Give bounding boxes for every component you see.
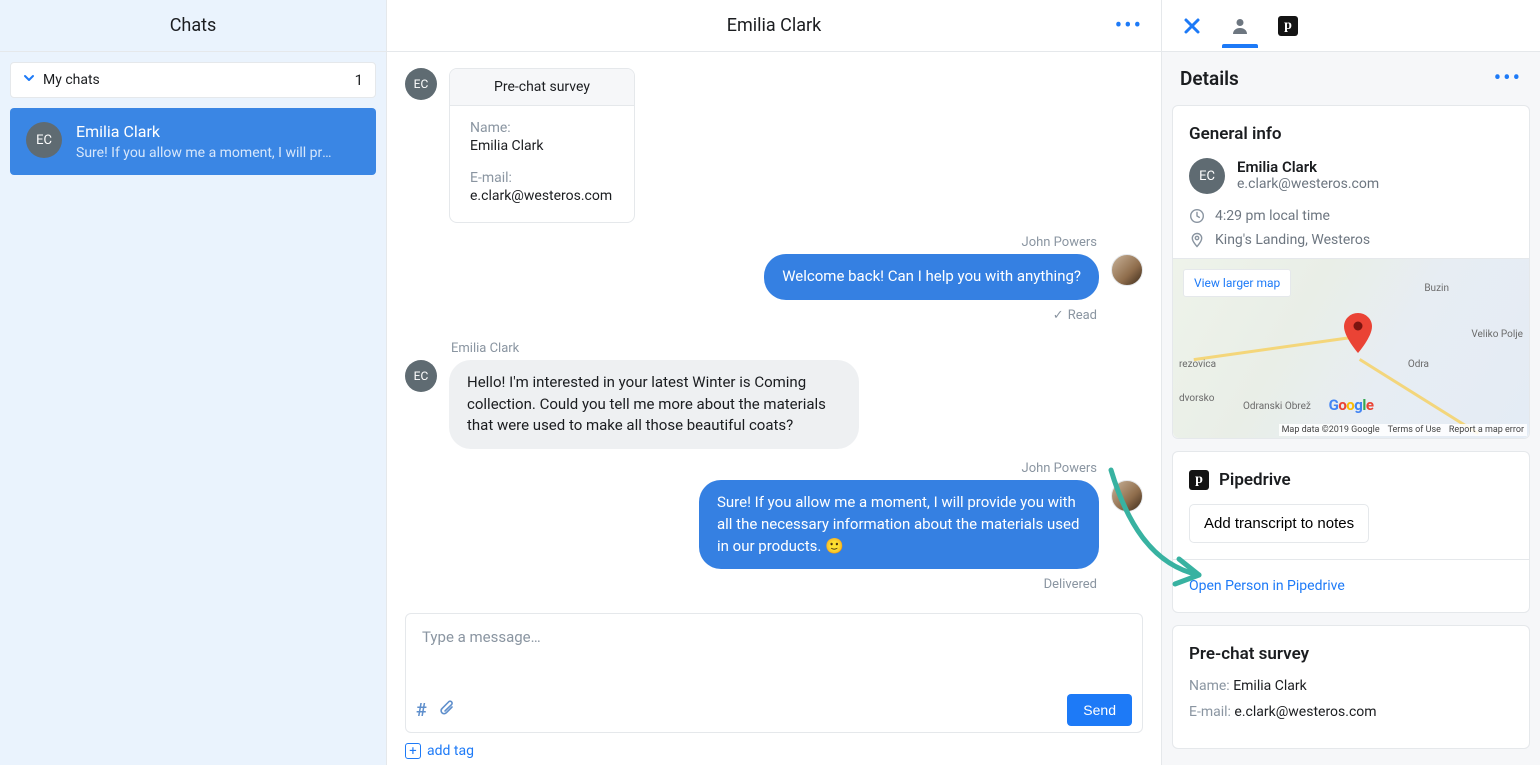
send-button[interactable]: Send xyxy=(1067,694,1132,726)
general-info-heading: General info xyxy=(1189,124,1513,144)
conversation-menu-icon[interactable]: ••• xyxy=(1115,13,1143,38)
map-city-label: Odranski Obrež xyxy=(1243,401,1311,412)
chevron-down-icon xyxy=(23,72,35,88)
message-sender-label: John Powers xyxy=(405,461,1143,480)
local-time-row: 4:29 pm local time xyxy=(1189,208,1513,224)
chats-filter[interactable]: My chats 1 xyxy=(10,62,376,98)
message-composer: # Send xyxy=(405,613,1143,733)
conversation-header: Emilia Clark ••• xyxy=(387,0,1161,52)
message-bubble: Welcome back! Can I help you with anythi… xyxy=(764,254,1099,300)
local-time-value: 4:29 pm local time xyxy=(1215,208,1330,224)
map-attribution: Map data ©2019 Google Terms of Use Repor… xyxy=(1279,424,1527,436)
open-in-pipedrive-link[interactable]: Open Person in Pipedrive xyxy=(1189,578,1345,594)
map-city-label: rezovica xyxy=(1179,359,1216,370)
pipedrive-icon: p xyxy=(1278,16,1298,36)
contact-email: e.clark@westeros.com xyxy=(1237,176,1379,192)
clock-icon xyxy=(1189,208,1205,224)
conversation-panel: Emilia Clark ••• EC Pre-chat survey Name… xyxy=(387,0,1162,765)
chats-filter-label: My chats xyxy=(43,72,347,88)
map-city-label: Veliko Polje xyxy=(1471,329,1523,340)
prechat-survey-details-card: Pre-chat survey Name: Emilia Clark E-mai… xyxy=(1172,625,1530,749)
details-panel: p Details ••• General info EC Emilia Cla… xyxy=(1162,0,1540,765)
chats-header: Chats xyxy=(0,0,386,52)
message-row-agent: Welcome back! Can I help you with anythi… xyxy=(405,254,1143,300)
survey-email-value: e.clark@westeros.com xyxy=(1234,704,1376,720)
survey-email-label: E-mail: xyxy=(470,170,614,186)
chats-filter-count: 1 xyxy=(355,71,363,89)
chats-title: Chats xyxy=(170,15,217,36)
map[interactable]: View larger map Buzin Veliko Polje rezov… xyxy=(1173,258,1529,438)
agent-avatar xyxy=(1111,480,1143,512)
contact-avatar: EC xyxy=(26,122,62,158)
chat-list-item[interactable]: EC Emilia Clark Sure! If you allow me a … xyxy=(10,108,376,175)
survey-name-label: Name: xyxy=(470,120,614,136)
tab-pipedrive[interactable]: p xyxy=(1272,4,1304,48)
add-transcript-button[interactable]: Add transcript to notes xyxy=(1189,504,1369,543)
contact-avatar: EC xyxy=(405,68,437,100)
survey-email-value: e.clark@westeros.com xyxy=(470,188,614,204)
map-city-label: Buzin xyxy=(1424,283,1449,294)
check-icon: ✓ xyxy=(1053,308,1064,323)
message-row-customer: EC Hello! I'm interested in your latest … xyxy=(405,360,1143,449)
location-icon xyxy=(1189,232,1205,248)
add-tag-label: add tag xyxy=(427,743,474,759)
pipedrive-card: p Pipedrive Add transcript to notes Open… xyxy=(1172,451,1530,613)
composer-area: # Send xyxy=(387,613,1161,737)
plus-icon: + xyxy=(405,743,421,759)
map-city-label: Odra xyxy=(1408,359,1429,370)
details-header: Details ••• xyxy=(1162,52,1540,105)
general-info-card: General info EC Emilia Clark e.clark@wes… xyxy=(1172,105,1530,439)
close-icon[interactable] xyxy=(1176,4,1208,48)
add-tag-button[interactable]: + add tag xyxy=(387,737,1161,765)
details-title: Details xyxy=(1180,67,1239,90)
message-sender-label: Emilia Clark xyxy=(405,341,1143,360)
survey-email-label: E-mail: xyxy=(1189,704,1231,720)
message-input[interactable] xyxy=(406,614,1142,688)
pipedrive-icon: p xyxy=(1189,470,1209,490)
message-row-agent: Sure! If you allow me a moment, I will p… xyxy=(405,480,1143,569)
hash-icon[interactable]: # xyxy=(416,700,427,721)
view-larger-map-link[interactable]: View larger map xyxy=(1183,269,1291,297)
attachment-icon[interactable] xyxy=(439,699,455,721)
chat-item-name: Emilia Clark xyxy=(76,122,336,141)
message-status: Delivered xyxy=(405,577,1143,592)
message-bubble: Hello! I'm interested in your latest Win… xyxy=(449,360,859,449)
survey-name-value: Emilia Clark xyxy=(1233,678,1307,694)
agent-avatar xyxy=(1111,254,1143,286)
message-sender-label: John Powers xyxy=(405,235,1143,254)
survey-name-value: Emilia Clark xyxy=(470,138,614,154)
message-status: ✓Read xyxy=(405,308,1143,323)
messages-list: EC Pre-chat survey Name: Emilia Clark E-… xyxy=(387,52,1161,613)
map-city-label: dvorsko xyxy=(1179,393,1214,404)
prechat-survey-heading: Pre-chat survey xyxy=(1189,644,1513,664)
contact-name: Emilia Clark xyxy=(1237,158,1379,176)
contact-avatar: EC xyxy=(1189,158,1225,194)
location-value: King's Landing, Westeros xyxy=(1215,232,1370,248)
details-tabs: p xyxy=(1162,0,1540,52)
survey-card-title: Pre-chat survey xyxy=(450,69,634,106)
chat-item-preview: Sure! If you allow me a moment, I will p… xyxy=(76,145,336,161)
location-row: King's Landing, Westeros xyxy=(1189,232,1513,248)
contact-avatar: EC xyxy=(405,360,437,392)
chats-sidebar: Chats My chats 1 EC Emilia Clark Sure! I… xyxy=(0,0,387,765)
message-bubble: Sure! If you allow me a moment, I will p… xyxy=(699,480,1099,569)
conversation-title: Emilia Clark xyxy=(727,15,822,36)
map-pin-icon xyxy=(1344,313,1372,353)
pipedrive-heading: Pipedrive xyxy=(1219,470,1291,490)
message-row: EC Pre-chat survey Name: Emilia Clark E-… xyxy=(405,68,1143,223)
tab-person[interactable] xyxy=(1224,4,1256,48)
prechat-survey-card: Pre-chat survey Name: Emilia Clark E-mai… xyxy=(449,68,635,223)
survey-name-label: Name: xyxy=(1189,678,1230,694)
google-logo: Google xyxy=(1329,396,1374,414)
details-menu-icon[interactable]: ••• xyxy=(1494,66,1522,91)
